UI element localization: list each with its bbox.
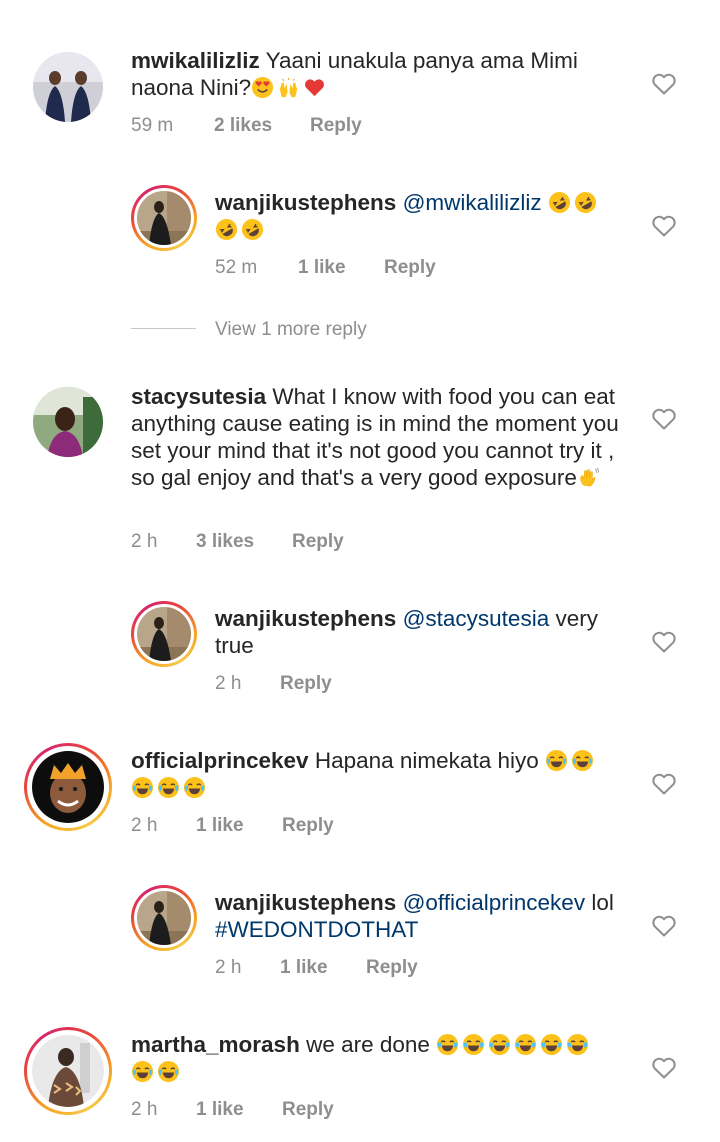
rofl-emoji-icon <box>241 218 264 241</box>
like-heart-icon[interactable] <box>651 72 677 96</box>
reply-button[interactable]: Reply <box>282 815 334 837</box>
comment-text: stacysutesia What I know with food you c… <box>131 383 631 491</box>
comment-meta: 2 h Reply <box>215 673 332 695</box>
timestamp: 59 m <box>131 115 174 136</box>
rofl-emoji-icon <box>215 218 238 241</box>
raised-hands-emoji-icon <box>277 76 300 99</box>
avatar[interactable] <box>33 52 103 122</box>
likes-count[interactable]: 2 likes <box>214 115 310 137</box>
divider <box>131 328 196 329</box>
avatar <box>137 891 191 945</box>
avatar <box>32 1035 104 1107</box>
comment-text: mwikalilizliz Yaani unakula panya ama Mi… <box>131 47 601 101</box>
likes-count[interactable]: 1 like <box>280 957 366 979</box>
likes-count[interactable]: 1 like <box>196 1099 282 1121</box>
username[interactable]: wanjikustephens <box>215 890 396 915</box>
joy-emoji-icon <box>157 1060 180 1083</box>
comment-meta: 2 h 1 like Reply <box>215 957 418 979</box>
username[interactable]: wanjikustephens <box>215 190 396 215</box>
joy-emoji-icon <box>566 1033 589 1056</box>
joy-emoji-icon <box>157 776 180 799</box>
comment-meta: 52 m 1 like Reply <box>215 257 436 279</box>
reply-button[interactable]: Reply <box>280 673 332 695</box>
comment-body: we are done <box>306 1032 430 1057</box>
username[interactable]: officialprincekev <box>131 748 309 773</box>
comment-body: lol <box>591 890 614 915</box>
username[interactable]: martha_morash <box>131 1032 300 1057</box>
timestamp: 2 h <box>131 531 158 552</box>
comment-text: martha_morash we are done <box>131 1031 621 1085</box>
username[interactable]: mwikalilizliz <box>131 48 260 73</box>
timestamp: 2 h <box>131 1099 158 1120</box>
comment-meta: 2 h 1 like Reply <box>131 1099 334 1121</box>
avatar[interactable] <box>33 387 103 457</box>
story-ring[interactable] <box>131 185 197 251</box>
red-heart-emoji-icon <box>303 76 326 99</box>
like-heart-icon[interactable] <box>651 630 677 654</box>
timestamp: 2 h <box>131 815 158 836</box>
view-more-replies-button[interactable]: View 1 more reply <box>215 319 367 341</box>
waving-hand-emoji-icon <box>577 466 600 489</box>
mention-link[interactable]: @officialprincekev <box>403 890 586 915</box>
rofl-emoji-icon <box>574 191 597 214</box>
timestamp: 2 h <box>215 673 242 694</box>
mention-link[interactable]: @stacysutesia <box>403 606 550 631</box>
story-ring[interactable] <box>24 743 112 831</box>
comment-body: Hapana nimekata hiyo <box>314 748 539 773</box>
story-ring[interactable] <box>24 1027 112 1115</box>
joy-emoji-icon <box>131 1060 154 1083</box>
timestamp: 2 h <box>215 957 242 978</box>
story-ring[interactable] <box>131 885 197 951</box>
reply-button[interactable]: Reply <box>282 1099 334 1121</box>
username[interactable]: wanjikustephens <box>215 606 396 631</box>
joy-emoji-icon <box>462 1033 485 1056</box>
avatar <box>137 607 191 661</box>
comment-meta: 2 h 1 like Reply <box>131 815 334 837</box>
comment-text: wanjikustephens @stacysutesia very true <box>215 605 615 659</box>
likes-count[interactable]: 1 like <box>196 815 282 837</box>
like-heart-icon[interactable] <box>651 407 677 431</box>
comment-meta: 59 m 2 likes Reply <box>131 115 362 137</box>
reply-button[interactable]: Reply <box>366 957 418 979</box>
comment-text: officialprincekev Hapana nimekata hiyo <box>131 747 611 801</box>
heart-eyes-emoji-icon <box>251 76 274 99</box>
joy-emoji-icon <box>540 1033 563 1056</box>
comment-text: wanjikustephens @officialprincekev lol #… <box>215 889 635 943</box>
reply-button[interactable]: Reply <box>384 257 436 279</box>
hashtag-link[interactable]: #WEDONTDOTHAT <box>215 917 418 942</box>
likes-count[interactable]: 3 likes <box>196 531 292 553</box>
comment-meta: 2 h 3 likes Reply <box>131 531 344 553</box>
likes-count[interactable]: 1 like <box>298 257 384 279</box>
like-heart-icon[interactable] <box>651 1056 677 1080</box>
rofl-emoji-icon <box>548 191 571 214</box>
avatar <box>137 191 191 245</box>
joy-emoji-icon <box>131 776 154 799</box>
like-heart-icon[interactable] <box>651 914 677 938</box>
comment-text: wanjikustephens @mwikalilizliz <box>215 189 615 243</box>
reply-button[interactable]: Reply <box>310 115 362 137</box>
like-heart-icon[interactable] <box>651 214 677 238</box>
timestamp: 52 m <box>215 257 258 278</box>
joy-emoji-icon <box>514 1033 537 1056</box>
joy-emoji-icon <box>488 1033 511 1056</box>
story-ring[interactable] <box>131 601 197 667</box>
reply-button[interactable]: Reply <box>292 531 344 553</box>
joy-emoji-icon <box>571 749 594 772</box>
joy-emoji-icon <box>545 749 568 772</box>
joy-emoji-icon <box>183 776 206 799</box>
like-heart-icon[interactable] <box>651 772 677 796</box>
username[interactable]: stacysutesia <box>131 384 266 409</box>
mention-link[interactable]: @mwikalilizliz <box>403 190 542 215</box>
joy-emoji-icon <box>436 1033 459 1056</box>
avatar <box>32 751 104 823</box>
